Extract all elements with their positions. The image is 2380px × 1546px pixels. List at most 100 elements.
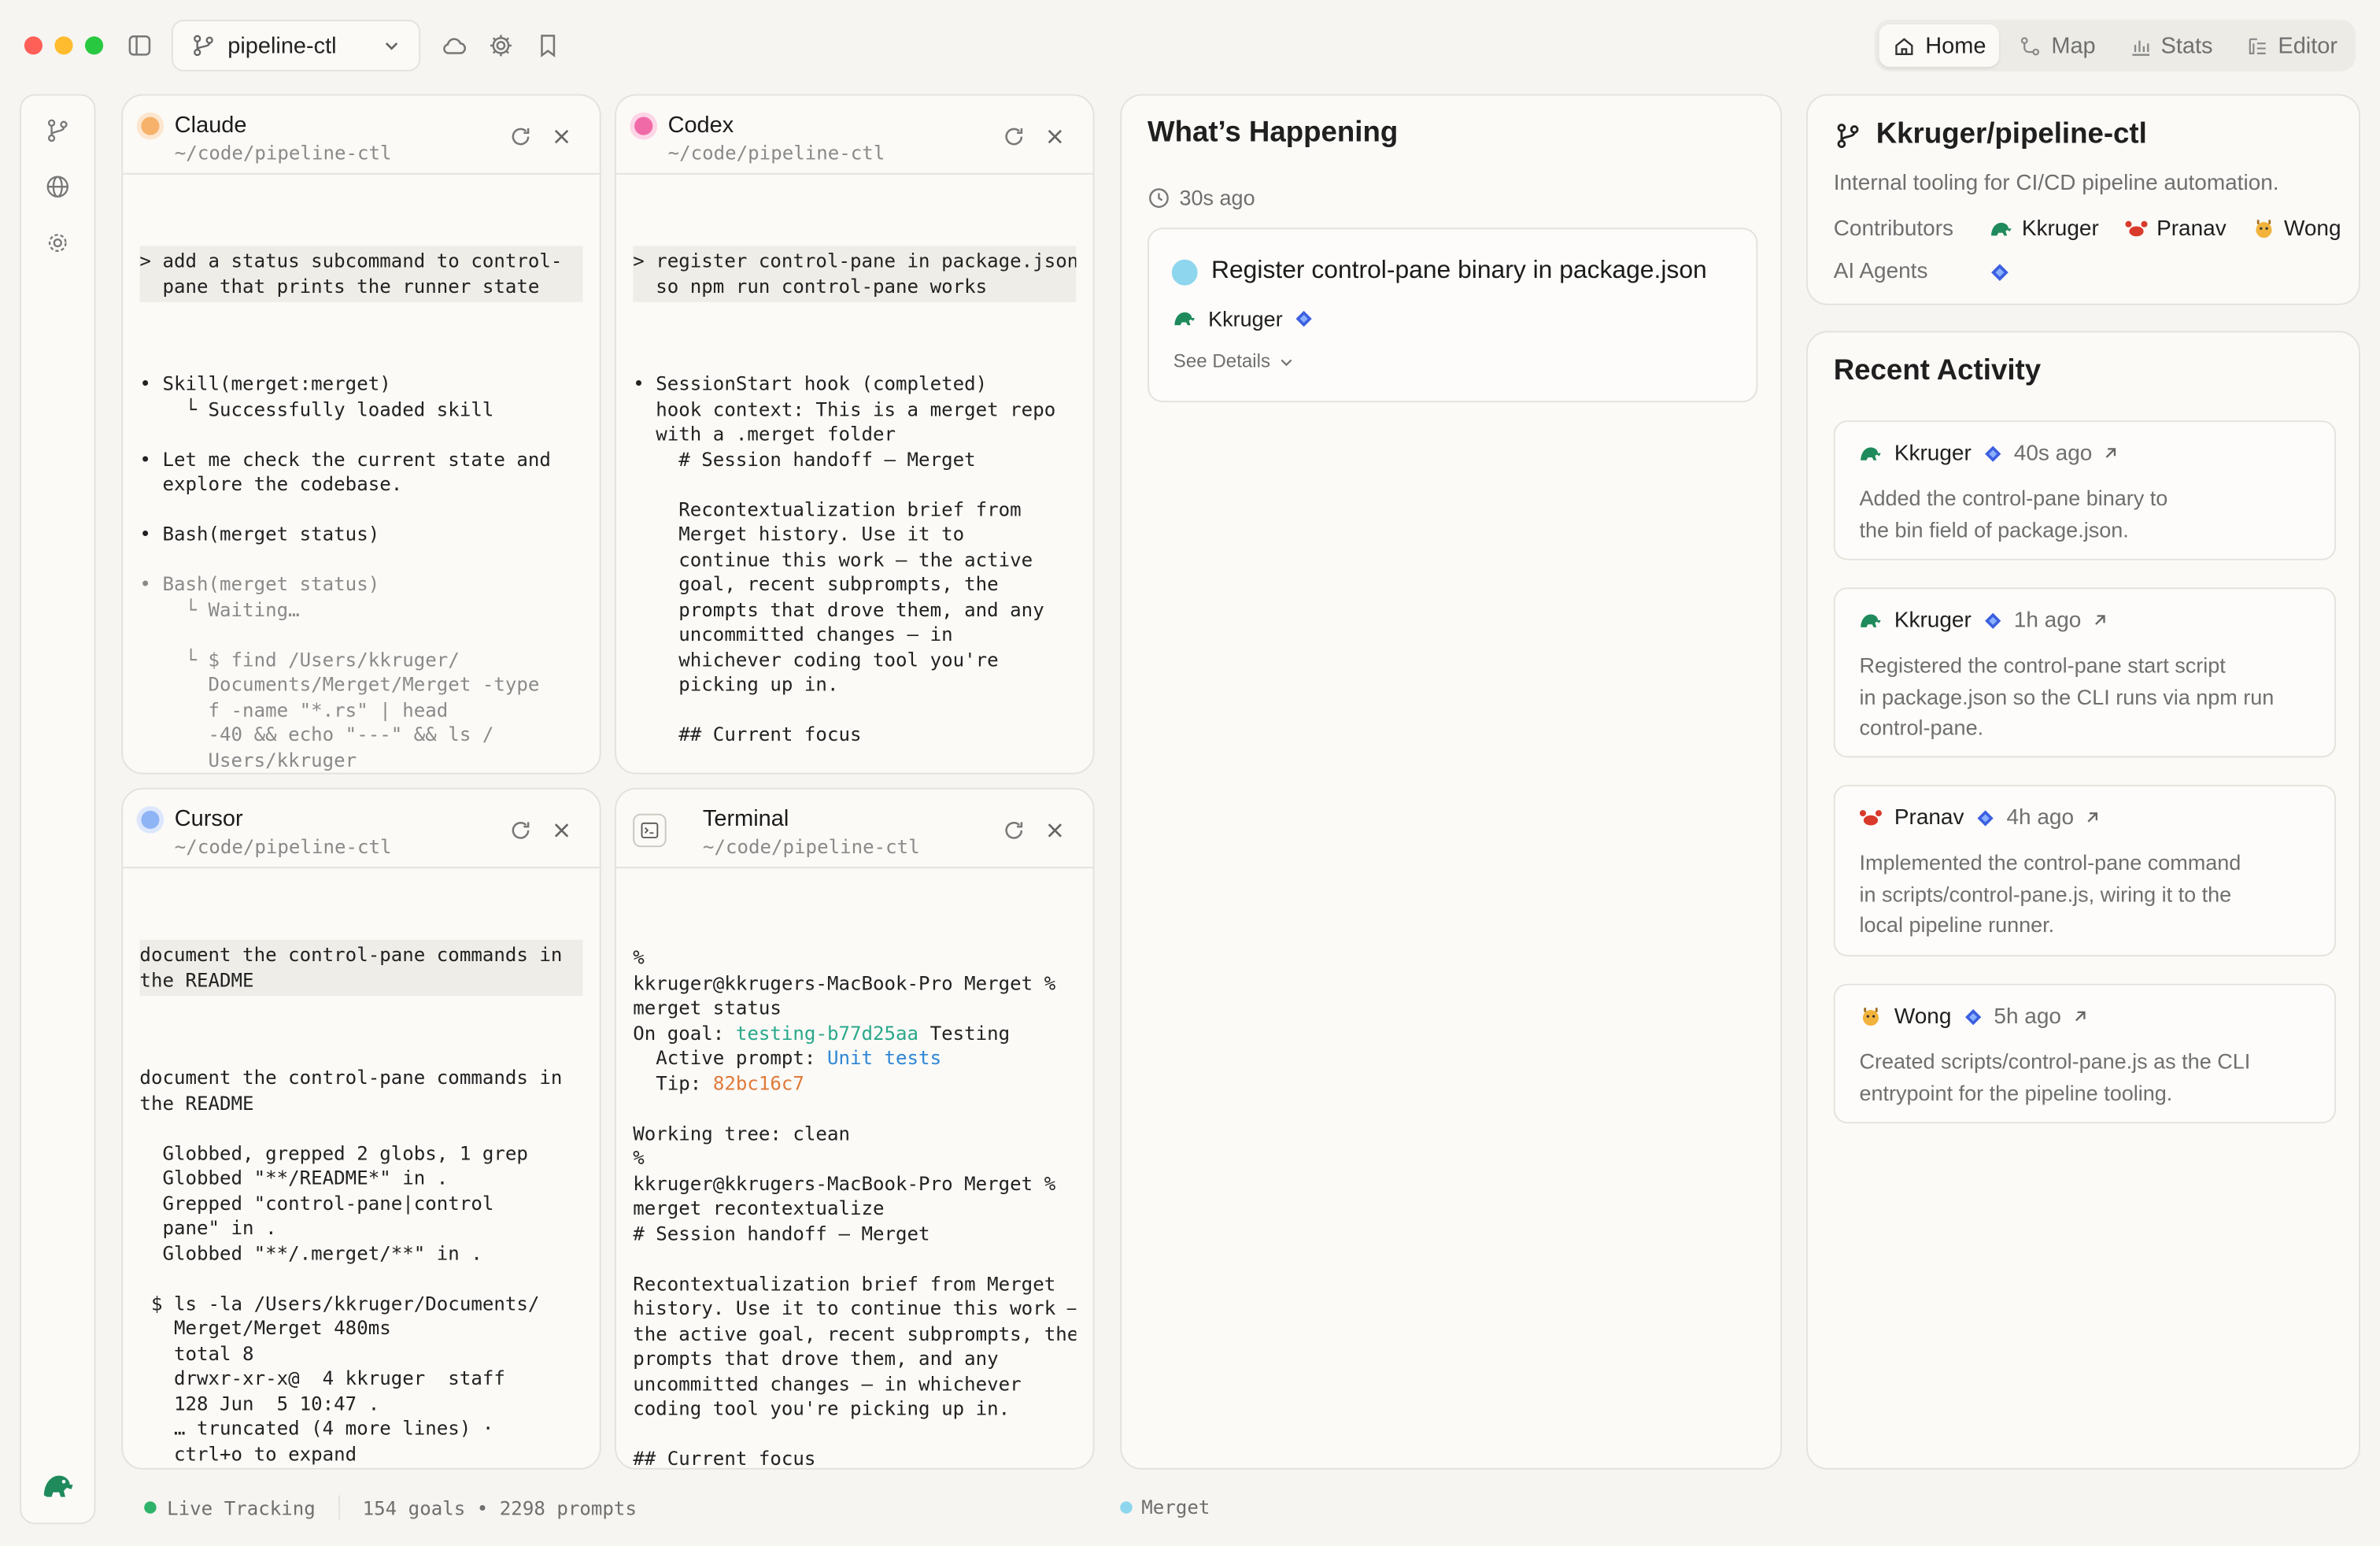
contributors-row: Contributors Kkruger Pranav Wong xyxy=(1834,216,2359,242)
refresh-icon[interactable] xyxy=(1002,818,1026,842)
transcript-line: document the control-pane commands in xyxy=(139,1065,563,1089)
cursor-status-dot xyxy=(141,810,160,829)
contributor-name: Wong xyxy=(2283,216,2341,241)
contributor-kkruger[interactable]: Kkruger xyxy=(1988,216,2099,242)
ai-agent-icon[interactable] xyxy=(1988,261,2011,283)
terminal-line: the active goal, recent subprompts, the xyxy=(633,1321,1077,1344)
terminal-line: Tip: 82bc16c7 xyxy=(633,1071,804,1094)
transcript-line: ## Current focus xyxy=(633,722,862,745)
refresh-icon[interactable] xyxy=(1002,124,1026,149)
transcript-line: f -name "*.rs" | head xyxy=(139,697,449,721)
repo-selector-label: pipeline-ctl xyxy=(227,32,337,59)
transcript-lines: document the control-pane commands in the… xyxy=(139,1066,582,1468)
tab-home-label: Home xyxy=(1925,32,1986,59)
transcript-line: explore the codebase. xyxy=(139,472,403,495)
dino-avatar-icon xyxy=(1858,440,1884,466)
close-icon[interactable] xyxy=(1044,126,1066,147)
close-icon[interactable] xyxy=(551,126,572,147)
activity-description: Registered the control-pane start script… xyxy=(1859,653,2275,740)
repo-selector[interactable]: pipeline-ctl xyxy=(171,20,421,72)
close-icon[interactable] xyxy=(1044,819,1066,841)
chevron-down-icon xyxy=(1278,353,1295,369)
transcript-line: goal, recent subprompts, the xyxy=(633,572,999,595)
activity-item[interactable]: Wong 5h ago Created scripts/control-pane… xyxy=(1833,983,2337,1124)
happening-card[interactable]: Register control-pane binary in package.… xyxy=(1147,227,1758,403)
refresh-icon[interactable] xyxy=(508,124,533,149)
user-prompt: document the control-pane commands in th… xyxy=(139,939,583,997)
recent-activity-panel: Recent Activity Kkruger 40s ago Added th… xyxy=(1805,331,2360,1470)
terminal-line: history. Use it to continue this work — xyxy=(633,1296,1077,1319)
clock-icon xyxy=(1148,186,1170,209)
tab-editor-label: Editor xyxy=(2278,32,2338,59)
transcript-line: ctrl+o to expand xyxy=(139,1441,357,1465)
panel-path: ~/code/pipeline-ctl xyxy=(702,834,920,858)
transcript-line: • Let me check the current state and xyxy=(139,446,551,470)
claude-panel-header: Claude ~/code/pipeline-ctl xyxy=(123,95,600,175)
activity-header: Kkruger 1h ago xyxy=(1858,607,2108,633)
sidebar-toggle-icon[interactable] xyxy=(128,33,152,57)
transcript-line: picking up in. xyxy=(633,672,839,696)
dino-avatar-icon xyxy=(1988,216,2014,242)
activity-item[interactable]: Kkruger 40s ago Added the control-pane b… xyxy=(1833,420,2337,560)
refresh-icon[interactable] xyxy=(508,818,533,842)
repo-title-text[interactable]: Kkruger/pipeline-ctl xyxy=(1876,118,2147,151)
maximize-window-button[interactable] xyxy=(84,36,104,55)
terminal-output[interactable]: % kkruger@kkrugers-MacBook-Pro Merget % me… xyxy=(633,896,1077,1467)
panel-path: ~/code/pipeline-ctl xyxy=(174,834,392,858)
terminal-icon xyxy=(633,813,667,848)
branch-icon[interactable] xyxy=(44,117,72,144)
settings-icon[interactable] xyxy=(44,229,72,257)
close-window-button[interactable] xyxy=(24,36,42,55)
globe-icon[interactable] xyxy=(44,173,72,201)
transcript-line: # Session handoff — Merget xyxy=(633,446,976,470)
transcript-line xyxy=(139,623,582,648)
contributor-pranav[interactable]: Pranav xyxy=(2123,216,2227,242)
cursor-panel-header: Cursor ~/code/pipeline-ctl xyxy=(123,790,600,869)
transcript-line xyxy=(633,748,1076,773)
repo-info-card: Kkruger/pipeline-ctl Internal tooling fo… xyxy=(1805,94,2360,305)
arrow-up-right-icon[interactable] xyxy=(2103,445,2119,461)
bookmark-icon[interactable] xyxy=(534,31,562,59)
gear-icon[interactable] xyxy=(487,31,515,59)
activity-user: Kkruger xyxy=(1894,441,1972,466)
transcript-line: $ ls -la /Users/kkruger/Documents/ xyxy=(139,1291,540,1315)
tab-stats[interactable]: Stats xyxy=(2116,24,2227,67)
transcript-line: Documents/Merget/Merget -type xyxy=(139,672,540,696)
transcript-line: whichever coding tool you're xyxy=(633,647,999,671)
codex-transcript: > register control-pane in package.json … xyxy=(633,196,1077,773)
arrow-up-right-icon[interactable] xyxy=(2071,1008,2088,1025)
terminal-line: % xyxy=(633,945,645,969)
transcript-line: └ Successfully loaded skill xyxy=(139,397,494,420)
status-bar: Live Tracking 154 goals • 2298 prompts xyxy=(144,1495,637,1520)
app-window: pipeline-ctl Home Map Stats Editor Claud… xyxy=(0,0,2380,1525)
arrow-up-right-icon[interactable] xyxy=(2085,809,2101,826)
dino-avatar-icon xyxy=(1858,607,1884,633)
transcript-line: uncommitted changes — in xyxy=(633,622,953,645)
user-avatar[interactable] xyxy=(38,1465,77,1504)
activity-item[interactable]: Kkruger 1h ago Registered the control-pa… xyxy=(1833,587,2337,758)
terminal-highlight: Unit tests xyxy=(826,1045,942,1069)
transcript-line: Users/kkruger xyxy=(139,747,357,771)
transcript-line: continue this work — the active xyxy=(633,547,1033,571)
tab-map[interactable]: Map xyxy=(2005,24,2109,67)
close-icon[interactable] xyxy=(551,819,572,841)
terminal-line: uncommitted changes — in whichever xyxy=(633,1371,1022,1395)
activity-header: Wong 5h ago xyxy=(1858,1004,2089,1030)
minimize-window-button[interactable] xyxy=(54,36,73,55)
transcript-line: Globbed "**/README*" in . xyxy=(139,1166,449,1189)
top-bar: pipeline-ctl Home Map Stats Editor xyxy=(0,0,2380,91)
activity-item[interactable]: Pranav 4h ago Implemented the control-pa… xyxy=(1833,785,2337,956)
activity-time: 4h ago xyxy=(2006,805,2075,830)
cloud-icon[interactable] xyxy=(440,31,468,59)
contributor-wong[interactable]: Wong xyxy=(2251,216,2341,242)
terminal-line: merget status xyxy=(633,996,782,1019)
terminal-panel-header: Terminal ~/code/pipeline-ctl xyxy=(615,790,1093,869)
transcript-line: • SessionStart hook (completed) xyxy=(633,372,988,395)
arrow-up-right-icon[interactable] xyxy=(2092,612,2108,628)
tab-editor[interactable]: Editor xyxy=(2233,24,2352,67)
see-details-button[interactable]: See Details xyxy=(1173,350,1295,372)
activity-user: Wong xyxy=(1894,1004,1952,1029)
tab-home[interactable]: Home xyxy=(1879,24,2000,67)
